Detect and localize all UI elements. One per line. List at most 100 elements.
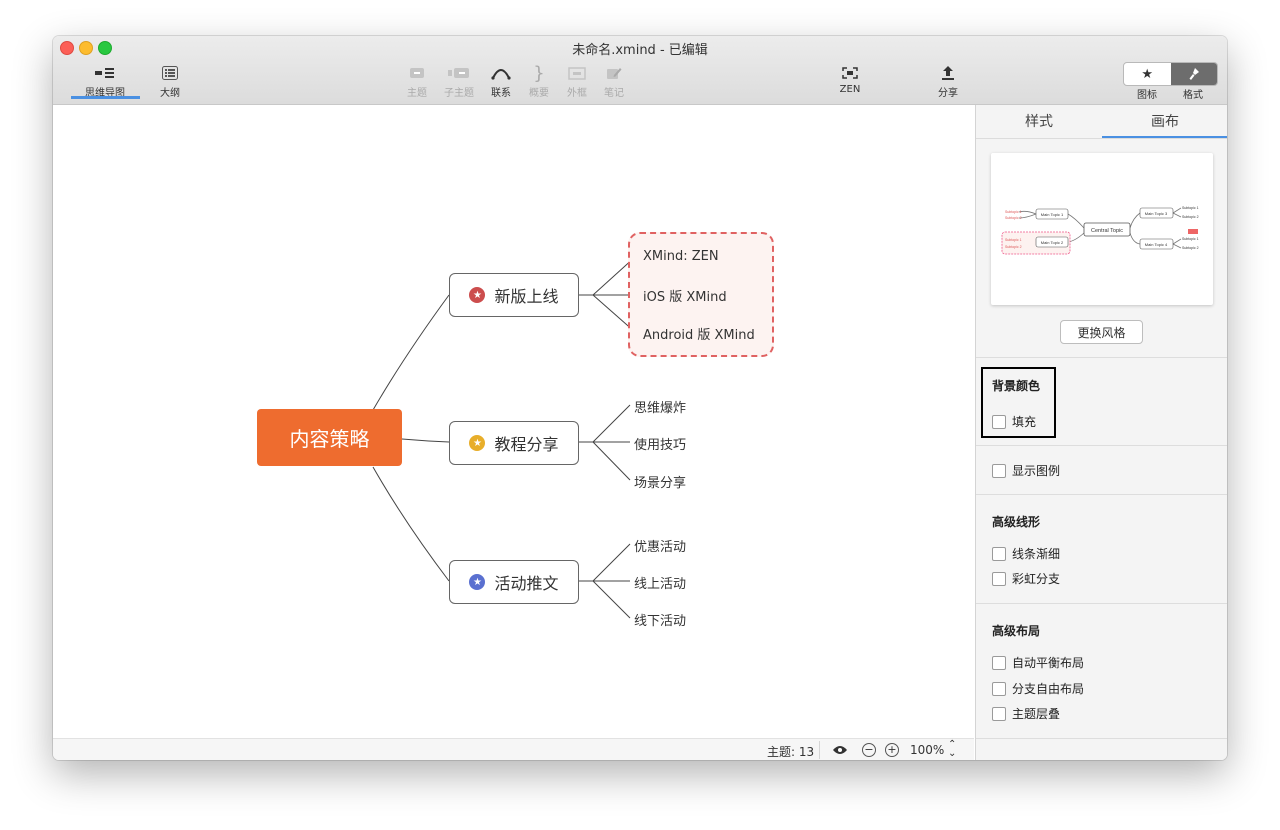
main-topic-campaigns[interactable]: ★ 活动推文 [449, 560, 579, 604]
zoom-stepper-icon[interactable]: ⌃ ⌄ [948, 740, 956, 759]
topic-label: 教程分享 [494, 435, 559, 454]
eye-icon[interactable] [832, 745, 848, 755]
auto-balance-checkbox[interactable]: 自动平衡布局 [992, 654, 1084, 671]
zen-button[interactable]: ZEN [820, 64, 880, 95]
section-title: 背景颜色 [992, 379, 1041, 393]
zen-label: ZEN [839, 84, 861, 95]
checkbox-box [992, 655, 1006, 670]
legend-section: 显示图例 [976, 445, 1227, 495]
checkbox-box [992, 463, 1006, 478]
yellow-star-icon: ★ [469, 435, 486, 451]
subtopic[interactable]: iOS 版 XMind [643, 286, 727, 305]
subtopic[interactable]: 线上活动 [634, 573, 686, 592]
rainbow-branch-checkbox[interactable]: 彩虹分支 [992, 570, 1060, 587]
taper-line-checkbox[interactable]: 线条渐细 [992, 545, 1060, 562]
preview-central-text: Central Topic [1091, 228, 1123, 234]
format-tab-button[interactable] [1170, 63, 1217, 85]
brush-icon [1189, 68, 1199, 80]
preview-sub-text: Subtopic 2 [1182, 246, 1199, 250]
tab-divider [976, 138, 1227, 139]
notes-button[interactable]: 笔记 [584, 64, 644, 99]
mindmap-canvas[interactable]: 内容策略 ★ 新版上线 ★ 教程分享 ★ 活动推文 XMind: ZEN iOS… [53, 105, 974, 738]
preview-main-text: Main Topic 2 [1041, 240, 1064, 245]
subtopic[interactable]: 场景分享 [634, 472, 686, 491]
checkbox-label: 彩虹分支 [1012, 572, 1061, 586]
app-window: 未命名.xmind - 已编辑 思维导图 大纲 主题 子主题 联系} 概要 外… [53, 36, 1227, 760]
free-layout-checkbox[interactable]: 分支自由布局 [992, 680, 1084, 697]
checkbox-box [992, 414, 1006, 429]
show-legend-checkbox[interactable]: 显示图例 [992, 462, 1060, 479]
notes-pencil-icon [584, 64, 644, 82]
blue-star-icon: ★ [469, 574, 486, 590]
icons-tab-button[interactable]: ★ [1124, 63, 1171, 85]
background-color-section: 背景颜色 填充 [976, 357, 1227, 446]
subtopic[interactable]: 思维爆炸 [634, 397, 686, 416]
checkbox-box [992, 546, 1006, 561]
advanced-layout-section: 高级布局 自动平衡布局 分支自由布局 主题层叠 [976, 603, 1227, 739]
topic-label: 新版上线 [494, 287, 559, 306]
checkbox-label: 线条渐细 [1012, 547, 1061, 561]
zoom-out-icon[interactable]: − [862, 743, 876, 757]
checkbox-label: 填充 [1012, 415, 1037, 429]
outline-icon [140, 64, 200, 82]
subtopic[interactable]: 线下活动 [634, 610, 686, 629]
preview-sub-text: Subtopic 1 [1005, 238, 1022, 242]
status-bar: 主题: 13 − + 100% ⌃ ⌄ [53, 738, 974, 760]
checkbox-label: 显示图例 [1012, 464, 1061, 478]
fill-checkbox[interactable]: 填充 [992, 413, 1036, 430]
mindmap-view-button[interactable]: 思维导图 [75, 64, 135, 99]
advanced-line-section: 高级线形 线条渐细 彩虹分支 [976, 494, 1227, 604]
central-topic[interactable]: 内容策略 [257, 409, 402, 466]
outline-view-button[interactable]: 大纲 [140, 64, 200, 99]
checkbox-label: 主题层叠 [1012, 707, 1061, 721]
format-tab-label: 格式 [1183, 90, 1203, 101]
section-title: 高级线形 [992, 515, 1041, 529]
preview-main-text: Main Topic 1 [1041, 212, 1064, 217]
section-title: 高级布局 [992, 624, 1041, 638]
subtopic[interactable]: 使用技巧 [634, 434, 686, 453]
star-icon: ★ [1141, 66, 1154, 82]
share-upload-icon [918, 64, 978, 82]
topic-count: 主题: 13 [767, 745, 815, 759]
preview-sub-text: Subtopic 2 [1005, 216, 1022, 220]
sidebar-mode-toggle: ★ [1123, 62, 1218, 86]
topic-overlap-checkbox[interactable]: 主题层叠 [992, 705, 1060, 722]
icons-tab-label: 图标 [1137, 90, 1157, 101]
preview-main-text: Main Topic 4 [1145, 242, 1168, 247]
zoom-in-icon[interactable]: + [885, 743, 899, 757]
main-topic-new-release[interactable]: ★ 新版上线 [449, 273, 579, 317]
format-panel: 样式 画布 Central Topic Main Topic 1 Main To… [975, 105, 1227, 760]
preview-sub-text: Subtopic 1 [1005, 210, 1022, 214]
tab-canvas[interactable]: 画布 [1102, 105, 1227, 137]
central-topic-label: 内容策略 [289, 427, 370, 451]
mindmap-icon [75, 64, 135, 82]
next-section-clipped [976, 738, 1227, 760]
checkbox-label: 自动平衡布局 [1012, 656, 1085, 670]
window-title: 未命名.xmind - 已编辑 [572, 43, 708, 58]
checkbox-box [992, 571, 1006, 586]
red-star-icon: ★ [469, 287, 486, 303]
share-button[interactable]: 分享 [918, 64, 978, 99]
preview-sub-text: Subtopic 1 [1182, 206, 1199, 210]
topic-label: 活动推文 [494, 574, 559, 593]
subtopic[interactable]: 优惠活动 [634, 536, 686, 555]
share-label: 分享 [938, 88, 958, 99]
checkbox-box [992, 706, 1006, 721]
status-divider [819, 741, 820, 759]
preview-sub-text: Subtopic 1 [1182, 237, 1199, 241]
zen-fullscreen-icon [820, 64, 880, 82]
subtopic[interactable]: XMind: ZEN [643, 249, 719, 264]
main-topic-tutorials[interactable]: ★ 教程分享 [449, 421, 579, 465]
zoom-level[interactable]: 100% [910, 743, 944, 757]
style-preview[interactable]: Central Topic Main Topic 1 Main Topic 2 … [991, 153, 1213, 305]
preview-map: Central Topic Main Topic 1 Main Topic 2 … [1001, 206, 1199, 255]
preview-sub-text: Subtopic 2 [1182, 215, 1199, 219]
tab-style[interactable]: 样式 [976, 105, 1102, 137]
subtopic[interactable]: Android 版 XMind [643, 324, 755, 343]
preview-main-text: Main Topic 3 [1145, 211, 1168, 216]
checkbox-label: 分支自由布局 [1012, 682, 1085, 696]
notes-label: 笔记 [604, 88, 624, 99]
titlebar: 未命名.xmind - 已编辑 思维导图 大纲 主题 子主题 联系} 概要 外… [53, 36, 1227, 105]
change-style-button[interactable]: 更换风格 [1060, 320, 1143, 344]
preview-sub-text: Subtopic 2 [1005, 245, 1022, 249]
